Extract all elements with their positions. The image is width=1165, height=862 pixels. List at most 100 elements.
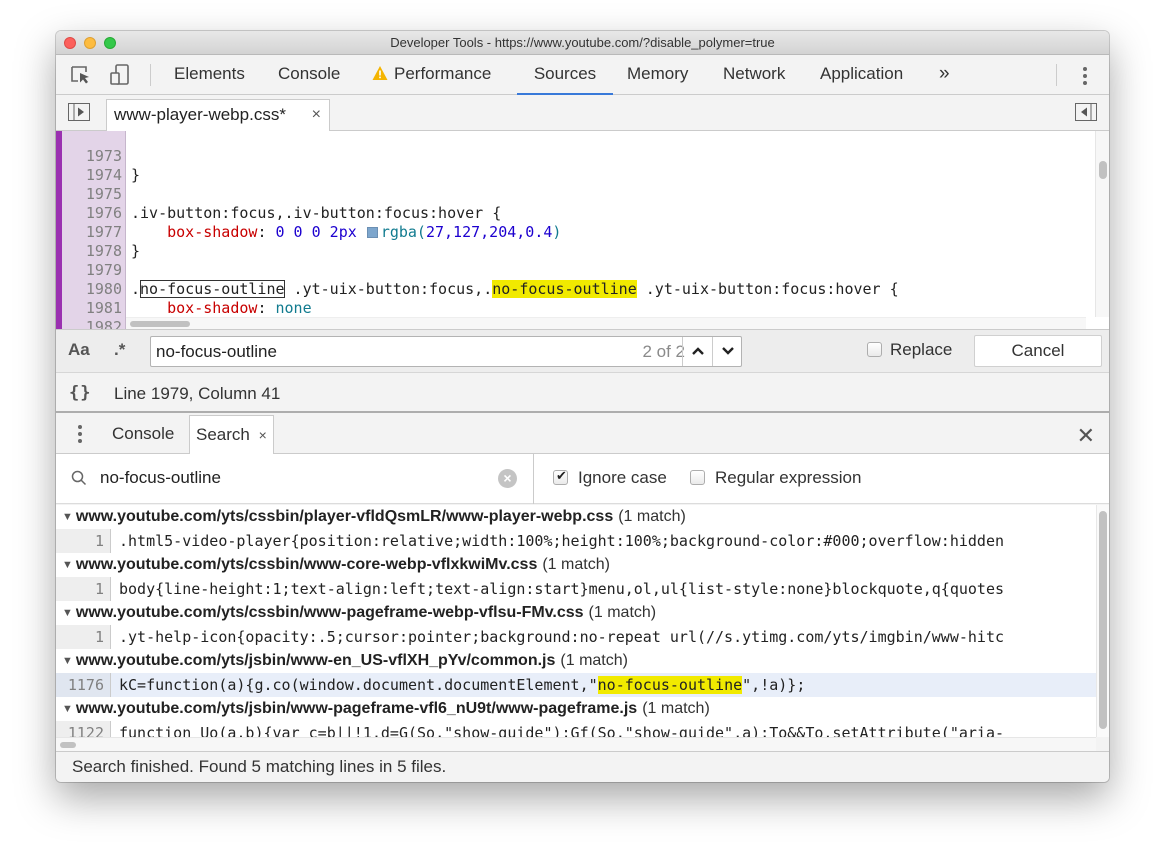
color-swatch[interactable] [366,227,378,238]
toggle-navigator-icon[interactable] [68,103,90,124]
scrollbar-thumb[interactable] [130,321,190,327]
drawer-tab-console[interactable]: Console [106,415,180,454]
zoom-window-button[interactable] [104,37,116,49]
result-line-number: 1176 [56,673,111,697]
minimize-window-button[interactable] [84,37,96,49]
result-file-header[interactable]: ▼ www.youtube.com/yts/cssbin/www-core-web… [56,553,1096,577]
code-line: 1977 } [56,204,140,260]
result-file-header[interactable]: ▼ www.youtube.com/yts/jsbin/www-en_US-vfl… [56,649,1096,673]
code-segment: kC=function(a){g.co(window.document.docu… [119,676,598,694]
chevron-up-icon [692,347,704,355]
tab-sources[interactable]: Sources [517,55,613,95]
result-code: body{line-height:1;text-align:left;text-… [119,580,1005,598]
chevron-down-icon [722,347,734,355]
code-segment: . [131,280,141,298]
toolbar-divider [150,64,151,86]
match-case-button[interactable]: Aa [68,340,90,360]
code-text: } [131,242,141,260]
result-match-count: (1 match) [560,652,628,669]
code-text: box-shadow: 0 0 0 2px rgba(27,127,204,0.… [131,223,561,242]
drawer-menu-icon[interactable] [78,425,82,446]
css-property: box-shadow [167,223,258,241]
drawer-tab-search[interactable]: Search × [189,415,274,455]
editor-vertical-scrollbar[interactable] [1095,131,1109,317]
replace-checkbox[interactable] [867,342,882,357]
tab-elements[interactable]: Elements [170,55,249,95]
inspect-element-icon[interactable] [69,64,93,86]
result-file-header[interactable]: ▼ www.youtube.com/yts/cssbin/www-pagefram… [56,601,1096,625]
more-tabs-button[interactable]: » [935,55,954,95]
toggle-debugger-icon[interactable] [1075,103,1097,124]
tab-console[interactable]: Console [274,55,344,95]
pretty-print-icon[interactable]: {} [69,383,91,403]
result-code: .yt-help-icon{opacity:.5;cursor:pointer;… [119,628,1005,646]
code-text: box-shadow: none [131,299,312,318]
results-horizontal-scrollbar[interactable] [56,737,1096,751]
result-file-path: www.youtube.com/yts/jsbin/www-pageframe-… [75,700,638,717]
close-file-tab-icon[interactable]: × [312,100,321,130]
result-file-path: www.youtube.com/yts/cssbin/www-pageframe… [75,604,584,621]
code-editor[interactable]: 1973 } 1974 1975 .iv-button:focus,.iv-bu… [56,131,1109,329]
result-line[interactable]: 1 .html5-video-player{position:relative;… [56,529,1096,553]
devtools-window: Developer Tools - https://www.youtube.co… [56,31,1109,782]
find-input[interactable] [156,337,726,366]
drawer-tab-bar: Console Search × ✕ [56,415,1109,455]
tab-performance[interactable]: Performance [368,55,495,95]
scrollbar-thumb[interactable] [60,742,76,748]
css-colon: : [257,299,276,317]
css-value: none [275,299,312,317]
scrollbar-thumb[interactable] [1099,511,1107,729]
previous-match-button[interactable] [682,337,712,366]
warning-icon [372,57,388,80]
close-window-button[interactable] [64,37,76,49]
editor-horizontal-scrollbar[interactable] [126,317,1086,329]
result-code: .html5-video-player{position:relative;wi… [119,532,1005,550]
next-match-button[interactable] [712,337,742,366]
tab-network[interactable]: Network [719,55,789,95]
result-file-path: www.youtube.com/yts/cssbin/www-core-webp… [75,556,538,573]
search-status: Search finished. Found 5 matching lines … [56,751,1109,782]
close-search-tab-icon[interactable]: × [259,427,267,443]
code-line: 1976 box-shadow: 0 0 0 2px rgba(27,127,2… [56,185,562,241]
kebab-menu-icon[interactable] [1083,67,1087,88]
main-toolbar: Elements Console Performance Sources Mem… [56,55,1109,95]
results-vertical-scrollbar[interactable] [1096,505,1109,737]
regex-checkbox[interactable] [690,470,705,485]
tab-performance-label: Performance [394,64,492,83]
result-match-count: (1 match) [642,700,710,717]
ignore-case-option[interactable]: ✔ Ignore case [553,468,667,488]
code-line: 1979 .no-focus-outline .yt-uix-button:fo… [56,242,899,298]
result-line[interactable]: 1 body{line-height:1;text-align:left;tex… [56,577,1096,601]
search-input[interactable] [100,464,490,492]
code-line: 1978 [56,223,122,260]
regex-button[interactable]: .* [114,340,125,360]
search-field[interactable]: × [56,454,534,504]
result-line-number: 1 [56,529,111,553]
regex-option[interactable]: Regular expression [690,468,861,488]
result-match-count: (1 match) [588,604,657,621]
tab-memory[interactable]: Memory [623,55,692,95]
replace-toggle[interactable]: Replace [867,340,952,360]
expand-triangle-icon[interactable]: ▼ [62,511,73,523]
scrollbar-thumb[interactable] [1099,161,1107,179]
find-replace-bar: Aa .* 2 of 2 Replace Cancel [56,329,1109,373]
result-line-selected[interactable]: 1176 kC=function(a){g.co(window.document… [56,673,1096,697]
result-line[interactable]: 1 .yt-help-icon{opacity:.5;cursor:pointe… [56,625,1096,649]
search-match-highlight: no-focus-outline [492,280,637,298]
search-icon [71,470,87,489]
find-field[interactable]: 2 of 2 [150,336,742,367]
device-toolbar-icon[interactable] [108,64,132,86]
css-function: rgba( [380,223,426,241]
ignore-case-checkbox[interactable]: ✔ [553,468,568,485]
result-file-header[interactable]: ▼ www.youtube.com/yts/cssbin/player-vfldQ… [56,505,1096,529]
code-line: 1980 box-shadow: none [56,261,312,317]
file-tab-www-player-webp-css[interactable]: www-player-webp.css* × [106,99,330,131]
title-bar: Developer Tools - https://www.youtube.co… [56,31,1109,55]
cancel-button[interactable]: Cancel [974,335,1102,367]
clear-search-icon[interactable]: × [498,469,517,488]
tab-application[interactable]: Application [816,55,907,95]
code-text: .iv-button:focus,.iv-button:focus:hover … [131,204,502,222]
close-drawer-icon[interactable]: ✕ [1077,423,1095,449]
result-file-header[interactable]: ▼www.youtube.com/yts/jsbin/www-pageframe… [56,697,1096,721]
match-count: 2 of 2 [642,342,685,361]
